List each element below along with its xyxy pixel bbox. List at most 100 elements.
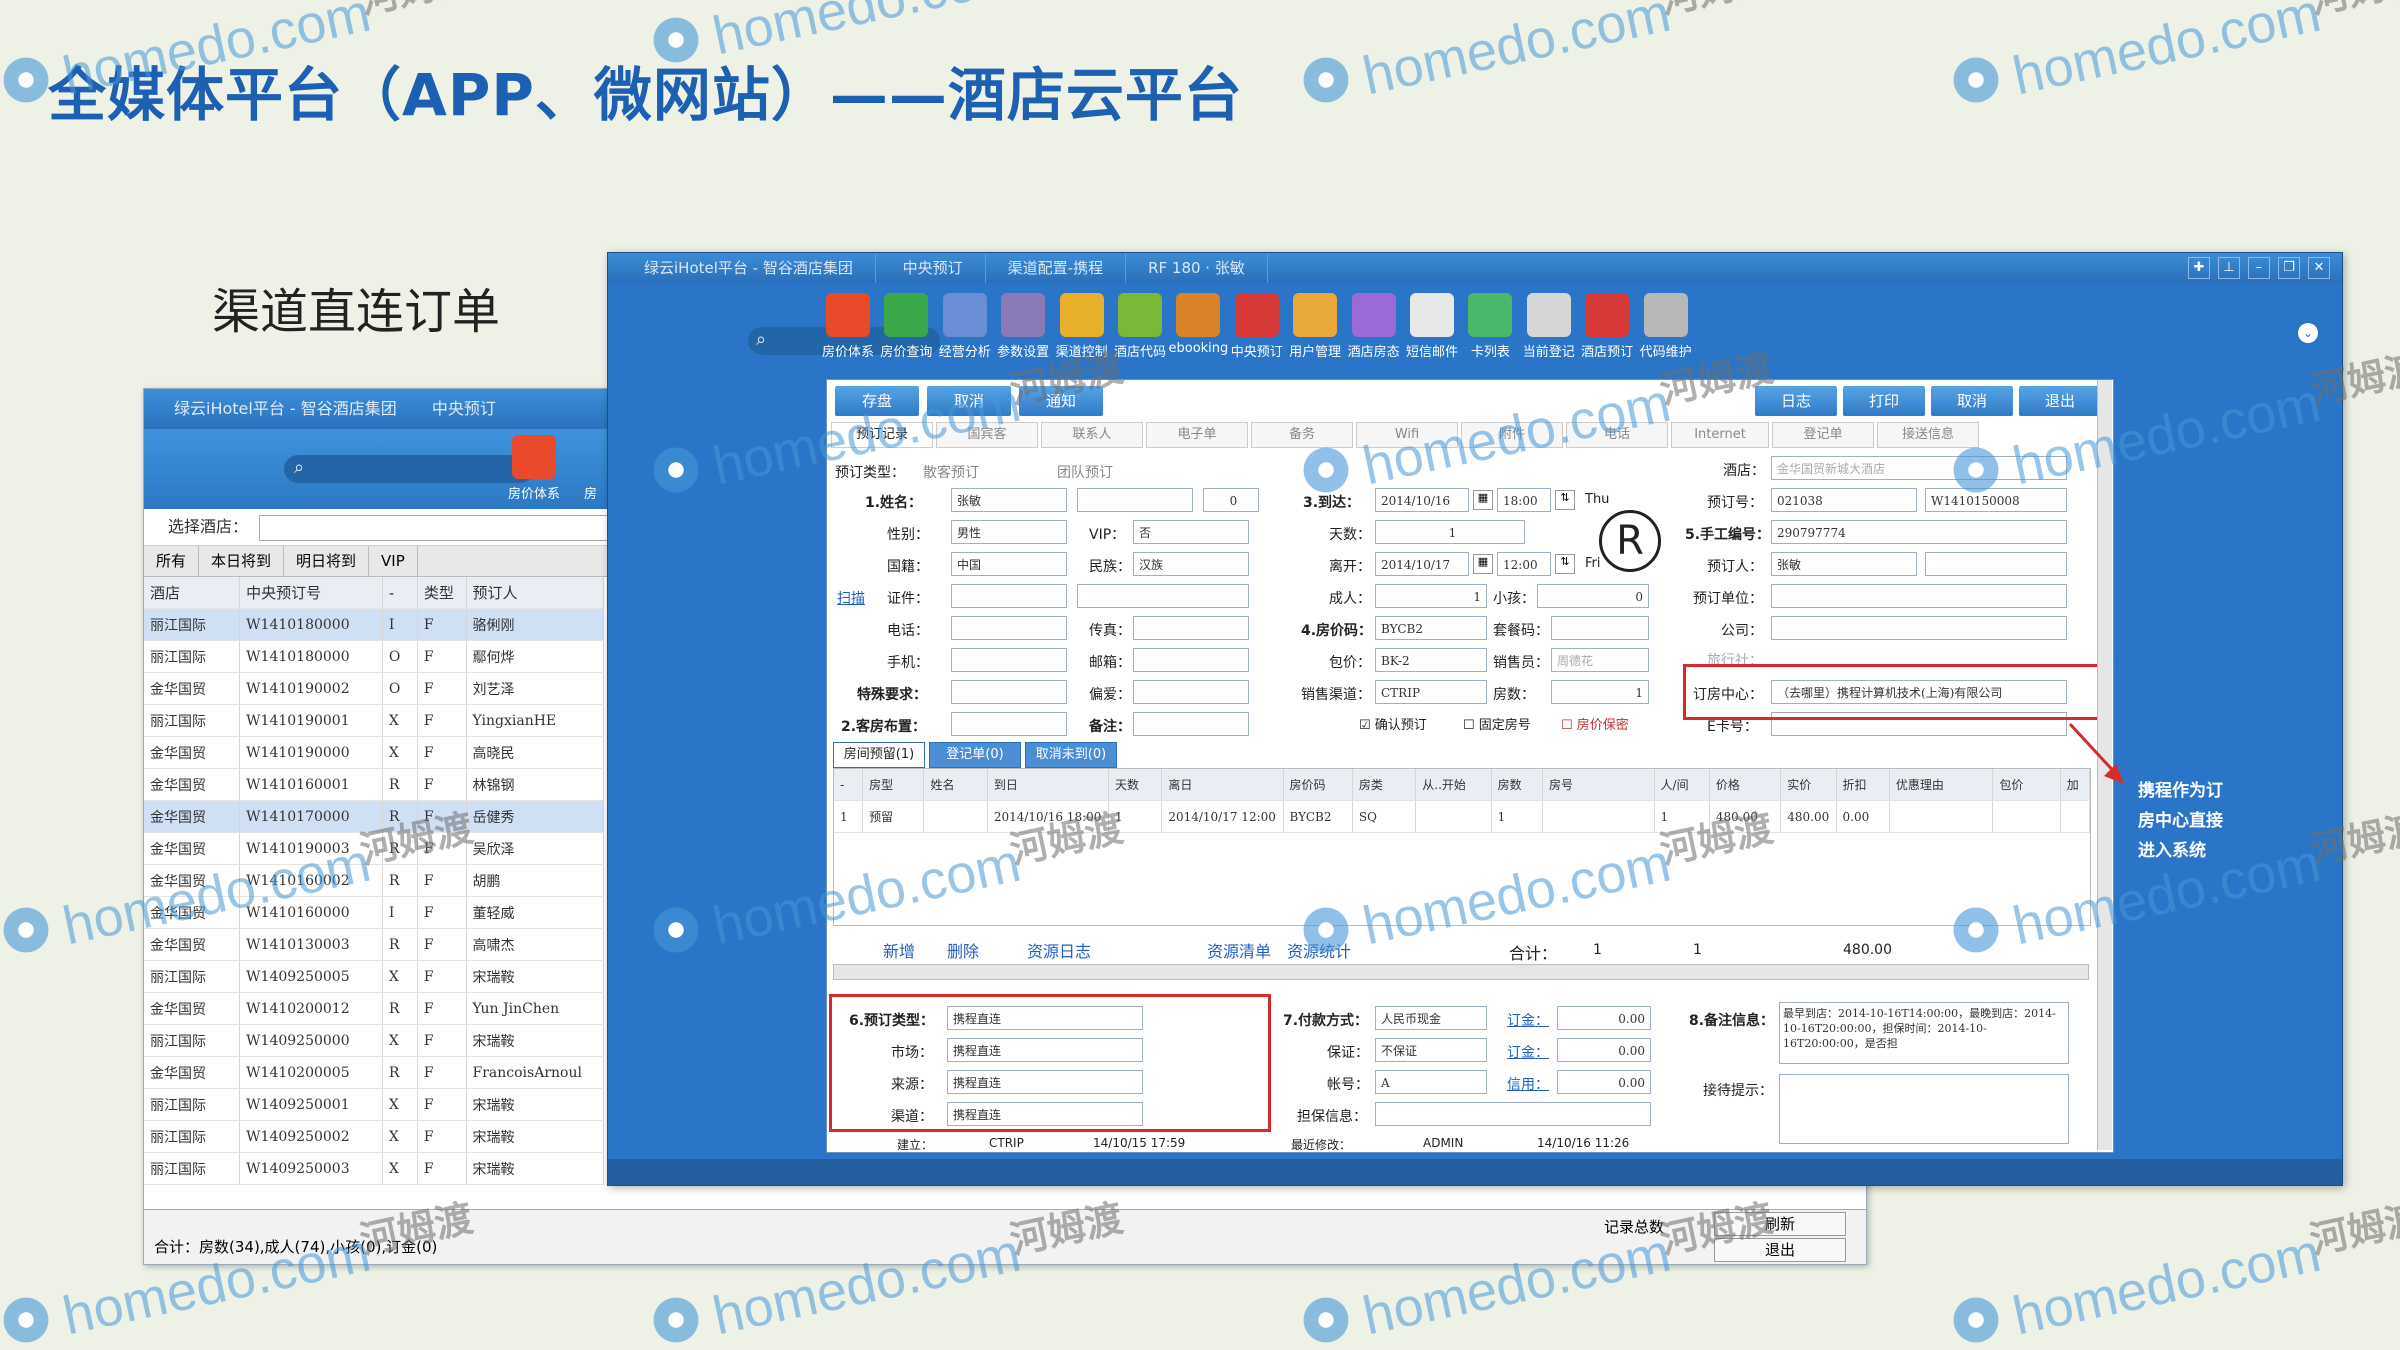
special-request-input[interactable] <box>951 680 1067 704</box>
back-table-header[interactable]: 酒店 <box>144 577 241 609</box>
close-icon[interactable]: ✕ <box>2308 257 2330 279</box>
rooms-input[interactable]: 1 <box>1551 680 1649 704</box>
vertical-scrollbar[interactable] <box>2097 380 2112 1150</box>
fax-input[interactable] <box>1133 616 1249 640</box>
name-input[interactable]: 张敏 <box>951 488 1067 512</box>
room-table-header[interactable]: 人/间 <box>1654 769 1710 801</box>
room-link[interactable]: 新增 <box>883 938 915 962</box>
back-toolbar-button[interactable]: 房价体系 <box>494 435 574 502</box>
table-row[interactable]: 金华国贸 W1410190003 R F 吴欣泽 <box>144 832 605 865</box>
action-button[interactable]: 通知 <box>1019 386 1103 416</box>
table-row[interactable]: 丽江国际 W1410190001 X F YingxianHE <box>144 704 605 737</box>
guarantee-input[interactable]: 不保证 <box>1375 1038 1487 1062</box>
room-table-header[interactable]: 加 <box>2060 769 2090 801</box>
form-tab[interactable]: 登记单 <box>1772 422 1874 448</box>
depart-time-input[interactable]: 12:00 <box>1497 552 1551 576</box>
form-tab[interactable]: 电子单 <box>1146 422 1248 448</box>
account-input[interactable]: A <box>1375 1070 1487 1094</box>
room-table-header[interactable]: 天数 <box>1108 769 1163 801</box>
unit-input[interactable] <box>1771 584 2067 608</box>
kids-input[interactable]: 0 <box>1537 584 1649 608</box>
time-spinner-icon[interactable]: ⇅ <box>1555 490 1575 510</box>
room-table-header[interactable]: 价格 <box>1709 769 1782 801</box>
restore-icon[interactable]: ❐ <box>2278 257 2300 279</box>
room-table-header[interactable]: 从..开始 <box>1415 769 1492 801</box>
name-extra-input[interactable] <box>1077 488 1193 512</box>
deposit2-link[interactable]: 订金： <box>1507 1042 1549 1062</box>
room-table-header[interactable]: - <box>834 769 864 801</box>
room-sub-tab[interactable]: 房间预留(1) <box>833 742 925 768</box>
deposit-input[interactable]: 0.00 <box>1557 1006 1651 1030</box>
pref-input[interactable] <box>1133 680 1249 704</box>
room-link[interactable]: 资源清单 <box>1207 938 1271 962</box>
form-tab[interactable]: Wifi <box>1356 422 1458 448</box>
order-no-input[interactable]: 021038 <box>1771 488 1917 512</box>
credit-link[interactable]: 信用： <box>1507 1074 1549 1094</box>
form-tab[interactable]: 联系人 <box>1041 422 1143 448</box>
fixed-room-checkbox[interactable]: ☐ 固定房号 <box>1463 714 1531 733</box>
form-tab[interactable]: 国宾客 <box>936 422 1038 448</box>
company-input[interactable] <box>1771 616 2067 640</box>
room-table-header[interactable]: 房数 <box>1491 769 1543 801</box>
channel-input[interactable]: CTRIP <box>1375 680 1487 704</box>
room-table-header[interactable]: 折扣 <box>1836 769 1890 801</box>
room-row[interactable]: 1 预留 2014/10/16 18:00 1 2014/10/17 12:00 BYCB… <box>834 800 2090 833</box>
deposit-link[interactable]: 订金： <box>1507 1010 1549 1030</box>
package-input[interactable]: BK-2 <box>1375 648 1487 672</box>
confirm-checkbox[interactable]: ☑ 确认预订 <box>1359 714 1427 733</box>
table-row[interactable]: 金华国贸 W1410130003 R F 高啸杰 <box>144 928 605 961</box>
toolbar-button-code-maintain[interactable]: 代码维护 <box>1626 293 1706 360</box>
action-button[interactable]: 存盘 <box>835 386 919 416</box>
table-row[interactable]: 金华国贸 W1410170000 R F 岳健秀 <box>144 800 605 833</box>
form-tab[interactable]: 预订记录 <box>831 422 933 448</box>
pin-icon[interactable]: ✚ <box>2188 257 2210 279</box>
rate-code-input[interactable] <box>1551 616 1649 640</box>
reserve-group-radio[interactable]: 团队预订 <box>1057 462 1113 482</box>
back-filter-tab[interactable]: 本日将到 <box>199 546 285 576</box>
table-row[interactable]: 丽江国际 W1410180000 I F 骆俐刚 <box>144 608 605 641</box>
room-table-header[interactable]: 包价 <box>1992 769 2061 801</box>
minimize-icon[interactable]: – <box>2248 257 2270 279</box>
horizontal-scrollbar[interactable] <box>833 964 2089 980</box>
action-button[interactable]: 打印 <box>1843 386 1925 416</box>
table-row[interactable]: 金华国贸 W1410190002 O F 刘艺泽 <box>144 672 605 705</box>
mobile-input[interactable] <box>951 648 1067 672</box>
back-filter-tab[interactable]: 所有 <box>144 546 200 576</box>
action-button[interactable]: 取消 <box>927 386 1011 416</box>
table-row[interactable]: 丽江国际 W1409250001 X F 宋瑞鞍 <box>144 1088 605 1121</box>
room-table-header[interactable]: 房价码 <box>1283 769 1353 801</box>
back-table-header[interactable]: 类型 <box>417 577 467 609</box>
phone-input[interactable] <box>951 616 1067 640</box>
table-row[interactable]: 金华国贸 W1410160001 R F 林锦钢 <box>144 768 605 801</box>
rate-secret-checkbox[interactable]: ☐ 房价保密 <box>1561 714 1629 733</box>
back-table-header[interactable]: - <box>382 577 418 609</box>
calendar-icon[interactable]: ▦ <box>1473 490 1493 510</box>
hotel-select-input[interactable] <box>259 514 622 541</box>
room-link[interactable]: 删除 <box>947 938 979 962</box>
booker-extra-input[interactable] <box>1925 552 2067 576</box>
table-row[interactable]: 金华国贸 W1410200012 R F Yun JinChen <box>144 992 605 1025</box>
table-row[interactable]: 金华国贸 W1410200005 R F FrancoisArnoul <box>144 1056 605 1089</box>
hotel-input[interactable]: 金华国贸新城大酒店 <box>1771 456 2067 480</box>
arrive-time-input[interactable]: 18:00 <box>1497 488 1551 512</box>
manual-no-input[interactable]: 290797774 <box>1771 520 2067 544</box>
table-row[interactable]: 金华国贸 W1410160000 I F 董轻威 <box>144 896 605 929</box>
table-row[interactable]: 丽江国际 W1410180000 O F 鄢何烨 <box>144 640 605 673</box>
back-table-header[interactable]: 预订人 <box>466 577 605 609</box>
action-button[interactable]: 退出 <box>2019 386 2101 416</box>
ethnic-select[interactable]: 汉族 <box>1133 552 1249 576</box>
pay-input[interactable]: 人民币现金 <box>1375 1006 1487 1030</box>
form-tab[interactable]: Internet <box>1671 422 1769 448</box>
table-row[interactable]: 丽江国际 W1409250003 X F 宋瑞鞍 <box>144 1152 605 1185</box>
collapse-toolbar-icon[interactable]: ⌄ <box>2298 323 2318 343</box>
sales-input[interactable]: 周德花 <box>1551 648 1649 672</box>
table-row[interactable]: 丽江国际 W1409250005 X F 宋瑞鞍 <box>144 960 605 993</box>
adults-input[interactable]: 1 <box>1375 584 1487 608</box>
order-no2-input[interactable]: W1410150008 <box>1925 488 2067 512</box>
nation-select[interactable]: 中国 <box>951 552 1067 576</box>
room-table-header[interactable]: 姓名 <box>923 769 988 801</box>
action-button[interactable]: 日志 <box>1755 386 1837 416</box>
table-row[interactable]: 丽江国际 W1409250002 X F 宋瑞鞍 <box>144 1120 605 1153</box>
nights-input[interactable]: 1 <box>1375 520 1525 544</box>
time-spinner-icon[interactable]: ⇅ <box>1555 554 1575 574</box>
